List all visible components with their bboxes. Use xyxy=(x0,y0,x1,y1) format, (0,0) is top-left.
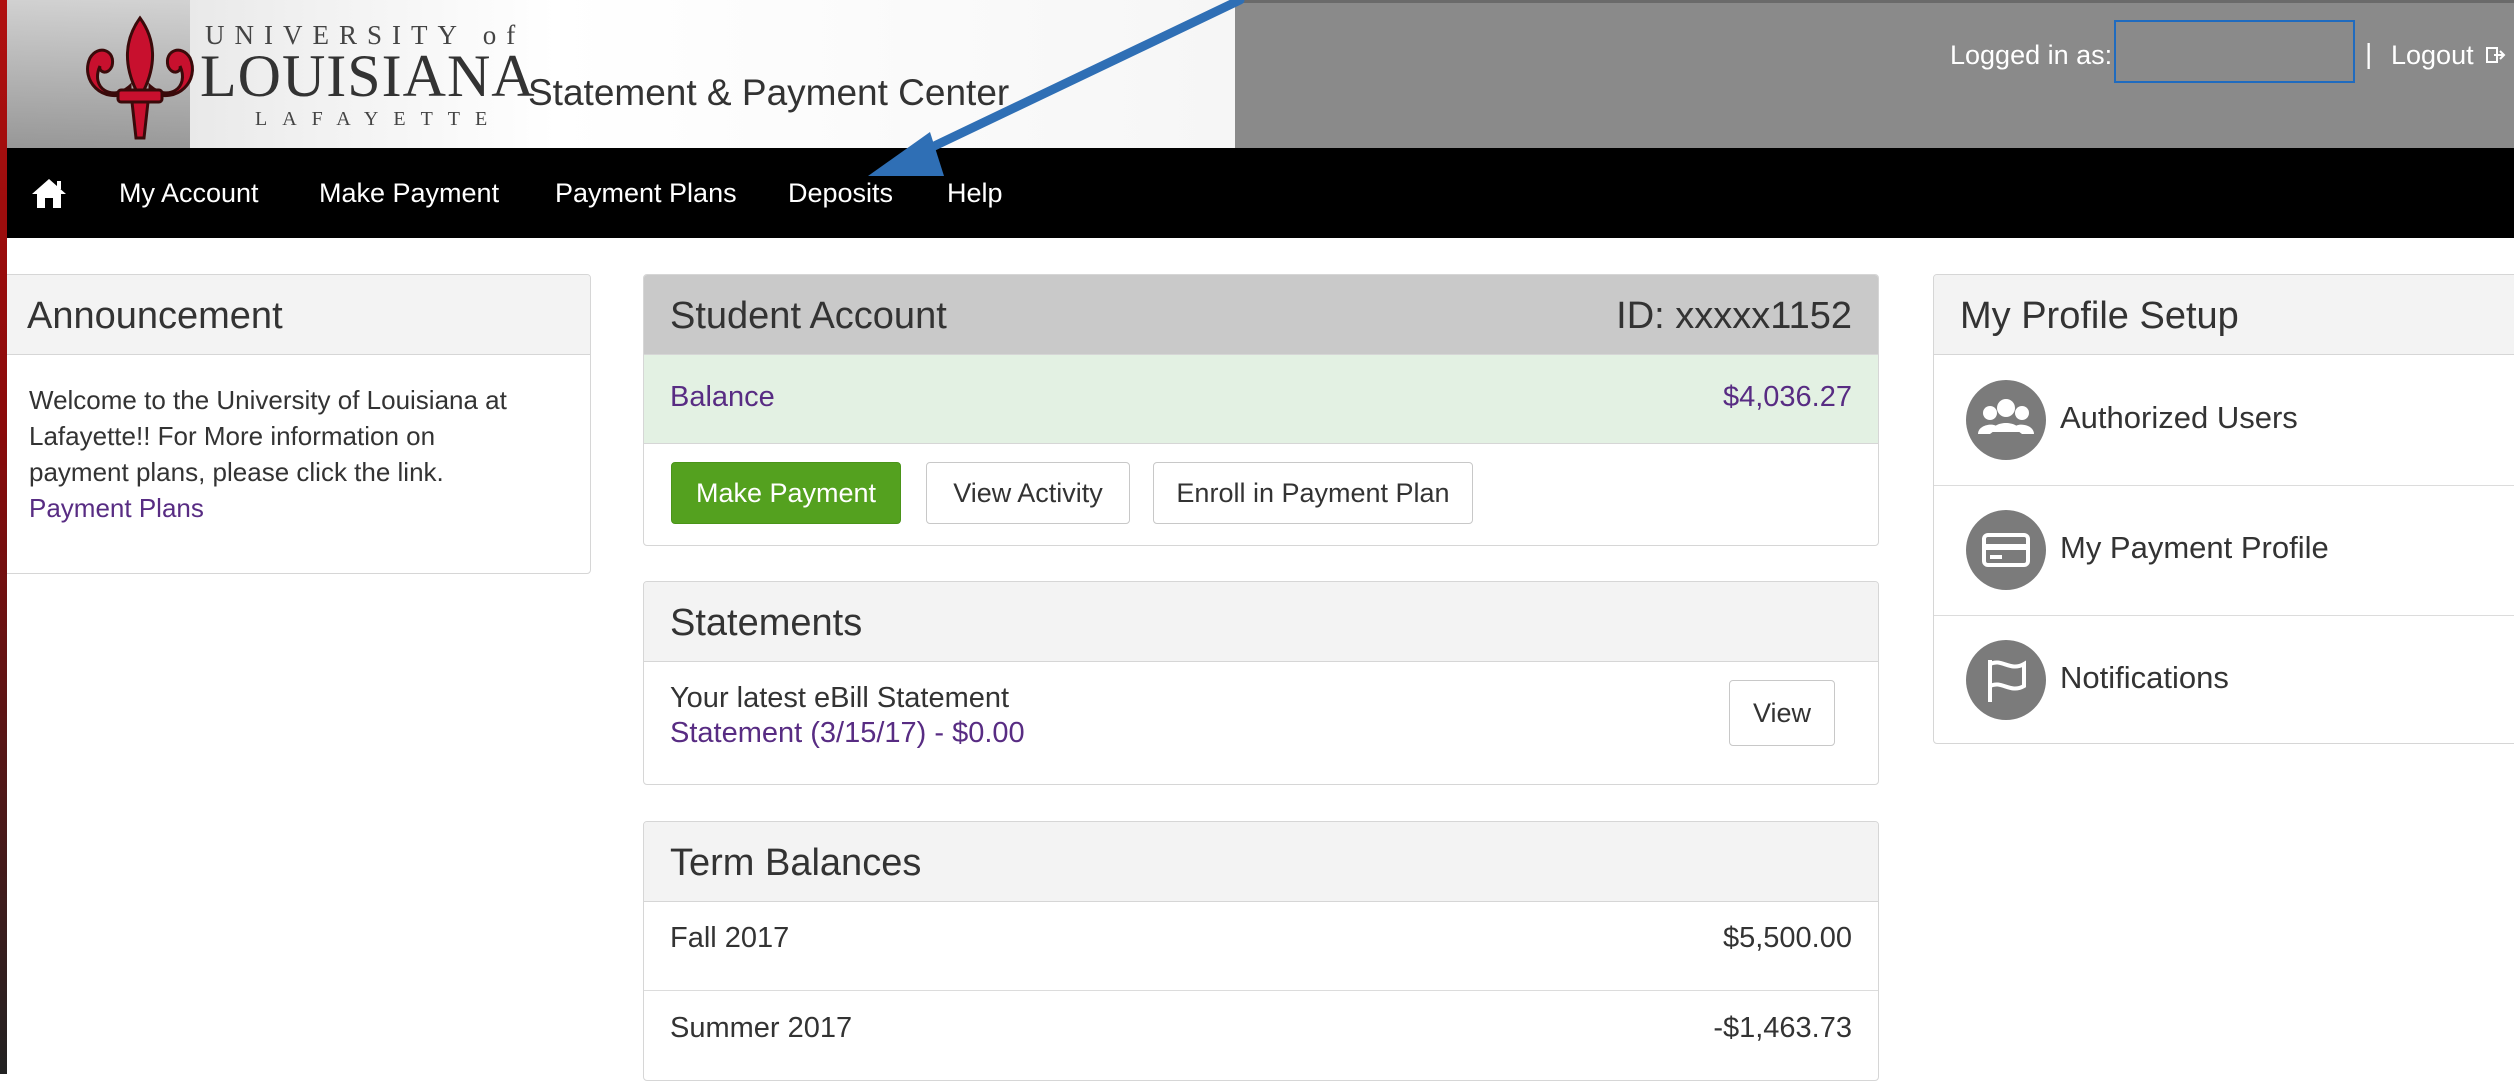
nav-make-payment[interactable]: Make Payment xyxy=(319,178,499,209)
statements-header: Statements xyxy=(644,582,1878,662)
header: UNIVERSITY of LOUISIANA LAFAYETTE Statem… xyxy=(0,0,2514,148)
announcement-line-1: Welcome to the University of Louisiana a… xyxy=(29,385,507,415)
term-name: Summer 2017 xyxy=(670,1012,853,1044)
nav-deposits[interactable]: Deposits xyxy=(788,178,893,209)
announcement-line-2: Lafayette!! For More information on xyxy=(29,421,436,451)
balance-label: Balance xyxy=(670,381,775,413)
payment-profile-item[interactable]: My Payment Profile xyxy=(1934,485,2514,616)
app-title: Statement & Payment Center xyxy=(528,72,1010,113)
nav-help[interactable]: Help xyxy=(947,178,1003,209)
header-separator: | xyxy=(2365,38,2373,69)
flag-icon xyxy=(1966,640,2046,720)
announcement-header: Announcement xyxy=(1,275,590,355)
authorized-users-label[interactable]: Authorized Users xyxy=(2060,400,2298,436)
logout-icon[interactable] xyxy=(2486,46,2506,64)
brand-area: UNIVERSITY of LOUISIANA LAFAYETTE Statem… xyxy=(0,0,1235,148)
term-balances-title: Term Balances xyxy=(670,842,922,884)
logo-text-louisiana: LOUISIANA xyxy=(200,43,536,109)
view-activity-button[interactable]: View Activity xyxy=(926,462,1130,524)
student-id: ID: xxxxx1152 xyxy=(1616,295,1852,337)
term-name: Fall 2017 xyxy=(670,922,790,954)
statement-link[interactable]: Statement (3/15/17) - $0.00 xyxy=(670,717,1025,750)
make-payment-button[interactable]: Make Payment xyxy=(671,462,901,524)
left-edge-strip xyxy=(0,0,7,1074)
payment-profile-label[interactable]: My Payment Profile xyxy=(2060,530,2329,566)
logo-text-lafayette: LAFAYETTE xyxy=(255,108,503,130)
profile-setup-panel: My Profile Setup Authorized Users My Pay… xyxy=(1933,274,2514,744)
term-balances-panel: Term Balances Fall 2017 $5,500.00 Summer… xyxy=(643,821,1879,1081)
announcement-title: Announcement xyxy=(27,295,283,337)
notifications-item[interactable]: Notifications xyxy=(1934,615,2514,743)
announcement-line-3: payment plans, please click the link. xyxy=(29,457,444,487)
student-account-header: Student Account ID: xxxxx1152 xyxy=(644,275,1878,355)
student-account-title: Student Account xyxy=(670,295,947,337)
term-amount: -$1,463.73 xyxy=(1713,1012,1852,1044)
nav-payment-plans[interactable]: Payment Plans xyxy=(555,178,737,209)
term-amount: $5,500.00 xyxy=(1722,922,1852,954)
statements-title: Statements xyxy=(670,602,863,644)
term-divider xyxy=(644,990,1878,991)
balance-row: Balance $4,036.27 xyxy=(644,355,1878,444)
notifications-label[interactable]: Notifications xyxy=(2060,660,2229,696)
username-field xyxy=(2114,20,2355,83)
announcement-panel: Announcement Welcome to the University o… xyxy=(0,274,591,574)
home-icon[interactable] xyxy=(30,176,68,210)
credit-card-icon xyxy=(1966,510,2046,590)
authorized-users-item[interactable]: Authorized Users xyxy=(1934,355,2514,486)
nav-my-account[interactable]: My Account xyxy=(119,178,259,209)
enroll-payment-plan-button[interactable]: Enroll in Payment Plan xyxy=(1153,462,1473,524)
logged-in-label: Logged in as: xyxy=(1950,40,2113,70)
view-statement-button[interactable]: View xyxy=(1729,680,1835,746)
logout-link[interactable]: Logout xyxy=(2391,40,2474,71)
main-nav: My Account Make Payment Payment Plans De… xyxy=(0,148,2514,238)
payment-plans-link[interactable]: Payment Plans xyxy=(29,493,204,524)
student-account-panel: Student Account ID: xxxxx1152 Balance $4… xyxy=(643,274,1879,546)
latest-statement-label: Your latest eBill Statement xyxy=(670,682,1010,714)
profile-setup-header: My Profile Setup xyxy=(1934,275,2514,355)
term-balances-header: Term Balances xyxy=(644,822,1878,902)
users-icon xyxy=(1966,380,2046,460)
statements-panel: Statements Your latest eBill Statement S… xyxy=(643,581,1879,785)
balance-value: $4,036.27 xyxy=(1722,381,1852,413)
profile-setup-title: My Profile Setup xyxy=(1960,295,2239,337)
